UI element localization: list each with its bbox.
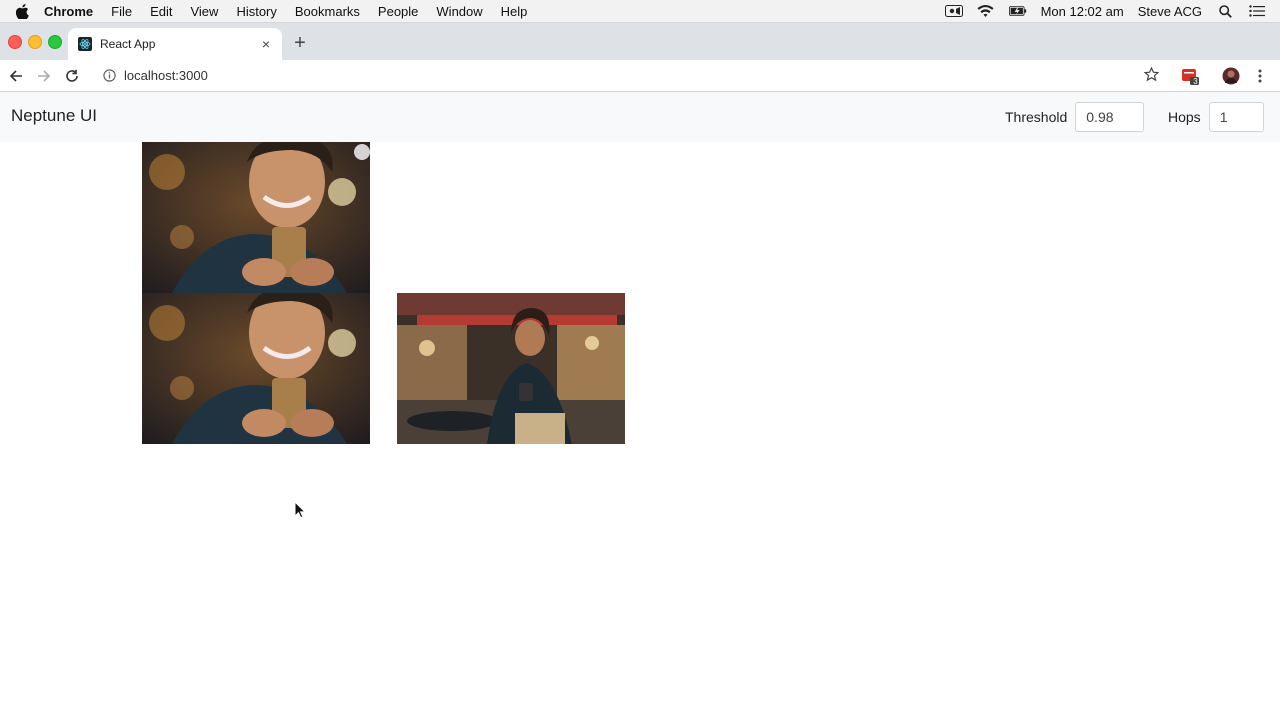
chrome-menu-icon[interactable] — [1250, 66, 1270, 86]
hops-control: Hops — [1168, 102, 1264, 132]
screen-record-icon[interactable] — [944, 4, 963, 18]
url-text[interactable]: localhost:3000 — [124, 68, 208, 83]
menu-history[interactable]: History — [236, 4, 276, 19]
threshold-label: Threshold — [1005, 109, 1068, 125]
window-close-button[interactable] — [8, 35, 22, 49]
back-arrow-icon — [9, 69, 22, 82]
tab-title: React App — [100, 37, 156, 51]
extension-badge: 3 — [1193, 77, 1198, 86]
spotlight-search-icon[interactable] — [1216, 4, 1234, 18]
menu-window[interactable]: Window — [436, 4, 482, 19]
menu-app-chrome[interactable]: Chrome — [44, 4, 93, 19]
clock[interactable]: Mon 12:02 am — [1041, 4, 1124, 19]
back-button[interactable] — [6, 66, 26, 86]
photo-node-1[interactable] — [142, 142, 370, 293]
threshold-input[interactable] — [1075, 102, 1145, 132]
photo-node-3[interactable] — [397, 293, 625, 444]
photo-node-2[interactable] — [142, 293, 370, 444]
window-minimize-button[interactable] — [28, 35, 42, 49]
battery-icon[interactable] — [1008, 4, 1027, 18]
menu-edit[interactable]: Edit — [150, 4, 172, 19]
profile-avatar[interactable] — [1221, 66, 1241, 86]
new-tab-button[interactable]: + — [290, 32, 310, 54]
reload-button[interactable] — [62, 66, 82, 86]
user-name[interactable]: Steve ACG — [1138, 4, 1202, 19]
app-navbar: Neptune UI Threshold Hops — [0, 92, 1280, 142]
menu-people[interactable]: People — [378, 4, 418, 19]
tab-react-app[interactable]: React App × — [68, 28, 282, 60]
forward-button[interactable] — [34, 66, 54, 86]
menu-file[interactable]: File — [111, 4, 132, 19]
mouse-cursor-icon — [294, 501, 306, 519]
bookmark-star-icon[interactable] — [1143, 66, 1160, 83]
threshold-control: Threshold — [1005, 102, 1145, 132]
notification-center-icon[interactable] — [1248, 4, 1266, 18]
hops-label: Hops — [1168, 109, 1201, 125]
site-info-icon[interactable] — [102, 68, 116, 82]
wifi-icon[interactable] — [977, 4, 995, 18]
window-maximize-button[interactable] — [48, 35, 62, 49]
hops-input[interactable] — [1208, 102, 1264, 132]
reload-icon — [66, 69, 78, 82]
window-controls — [8, 35, 68, 49]
macos-menu-bar: Chrome File Edit View History Bookmarks … — [0, 0, 1280, 23]
forward-arrow-icon — [38, 69, 51, 82]
menu-view[interactable]: View — [190, 4, 218, 19]
address-bar[interactable]: localhost:3000 — [96, 62, 1168, 88]
browser-tab-strip: React App × + — [0, 23, 1280, 60]
app-brand[interactable]: Neptune UI — [11, 106, 97, 126]
menu-help[interactable]: Help — [501, 4, 528, 19]
apple-icon[interactable] — [14, 3, 30, 19]
menu-bookmarks[interactable]: Bookmarks — [295, 4, 360, 19]
react-favicon-icon — [78, 37, 92, 51]
extension-icon[interactable]: 3 — [1180, 66, 1200, 86]
browser-toolbar: localhost:3000 3 — [0, 60, 1280, 92]
graph-canvas — [0, 142, 1280, 720]
close-tab-icon[interactable]: × — [258, 36, 274, 52]
